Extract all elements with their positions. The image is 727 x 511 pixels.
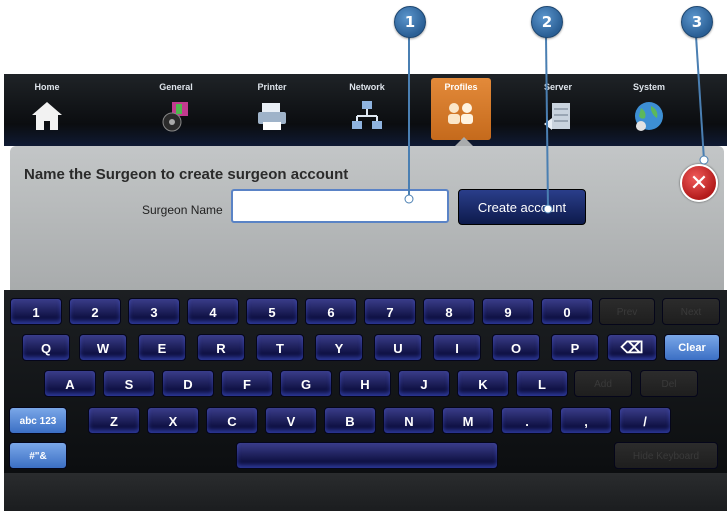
server-icon [544,103,570,130]
callout-2: 2 [531,6,563,38]
tab-network[interactable]: Network [337,74,397,146]
hide-keyboard-button[interactable]: Hide Keyboard [614,442,718,469]
on-screen-keyboard: 1 2 3 4 5 6 7 8 9 0 Prev Next Q W E R T … [4,290,727,473]
top-navigation: Home General Printer Network Profiles Se… [4,74,727,146]
tab-profiles[interactable]: Profiles [431,78,491,140]
key-0[interactable]: 0 [541,298,593,325]
create-account-button[interactable]: Create account [458,189,586,225]
tab-profiles-label: Profiles [444,82,478,92]
mode-abc123-button[interactable]: abc 123 [9,407,67,434]
key-5[interactable]: 5 [246,298,298,325]
key-j[interactable]: J [398,370,450,397]
profiles-icon [448,103,473,124]
surgeon-name-label: Surgeon Name [142,203,223,217]
key-9[interactable]: 9 [482,298,534,325]
tab-printer[interactable]: Printer [242,74,302,146]
key-m[interactable]: M [442,407,494,434]
dialog-title: Name the Surgeon to create surgeon accou… [24,166,349,183]
callout-1: 1 [394,6,426,38]
tab-home[interactable]: Home [17,74,77,146]
tab-general-label: General [159,82,193,92]
key-v[interactable]: V [265,407,317,434]
callout-3-number: 3 [691,13,703,31]
key-z[interactable]: Z [88,407,140,434]
tab-system[interactable]: System [619,74,679,146]
key-u[interactable]: U [374,334,422,361]
key-y[interactable]: Y [315,334,363,361]
key-f[interactable]: F [221,370,273,397]
key-add[interactable]: Add [574,370,632,397]
active-tab-pointer [455,137,473,146]
bottom-bar [4,473,727,511]
key-s[interactable]: S [103,370,155,397]
key-e[interactable]: E [138,334,186,361]
key-r[interactable]: R [197,334,245,361]
key-l[interactable]: L [516,370,568,397]
tab-general[interactable]: General [146,74,206,146]
key-2[interactable]: 2 [69,298,121,325]
key-q[interactable]: Q [22,334,70,361]
network-icon [352,101,382,129]
key-d[interactable]: D [162,370,214,397]
key-period[interactable]: . [501,407,553,434]
key-7[interactable]: 7 [364,298,416,325]
mode-symbols-button[interactable]: #"& [9,442,67,469]
tab-server-label: Server [543,82,573,92]
clear-button[interactable]: Clear [664,334,720,361]
key-b[interactable]: B [324,407,376,434]
speaker-icon [162,102,188,132]
tab-network-label: Network [349,82,385,92]
globe-icon [635,102,663,131]
key-1[interactable]: 1 [10,298,62,325]
key-c[interactable]: C [206,407,258,434]
key-del[interactable]: Del [640,370,698,397]
key-t[interactable]: T [256,334,304,361]
key-4[interactable]: 4 [187,298,239,325]
tab-printer-label: Printer [257,82,287,92]
key-p[interactable]: P [551,334,599,361]
key-3[interactable]: 3 [128,298,180,325]
callout-2-number: 2 [541,13,553,31]
key-a[interactable]: A [44,370,96,397]
key-comma[interactable]: , [560,407,612,434]
key-w[interactable]: W [79,334,127,361]
surgeon-name-input[interactable] [231,189,449,223]
create-surgeon-dialog: Name the Surgeon to create surgeon accou… [10,146,724,296]
close-icon[interactable]: ✕ [680,164,718,202]
callout-1-number: 1 [404,13,416,31]
tab-home-label: Home [34,82,60,92]
key-x[interactable]: X [147,407,199,434]
key-slash[interactable]: / [619,407,671,434]
house-icon [32,102,62,130]
key-6[interactable]: 6 [305,298,357,325]
printer-icon [258,103,286,130]
callout-3: 3 [681,6,713,38]
key-i[interactable]: I [433,334,481,361]
key-g[interactable]: G [280,370,332,397]
key-o[interactable]: O [492,334,540,361]
key-8[interactable]: 8 [423,298,475,325]
key-n[interactable]: N [383,407,435,434]
key-next[interactable]: Next [662,298,720,325]
tab-system-label: System [632,82,666,92]
key-k[interactable]: K [457,370,509,397]
space-bar[interactable] [236,442,498,469]
key-h[interactable]: H [339,370,391,397]
tab-server[interactable]: Server [528,74,588,146]
backspace-icon[interactable]: ⌫ [607,334,657,361]
key-prev[interactable]: Prev [599,298,655,325]
